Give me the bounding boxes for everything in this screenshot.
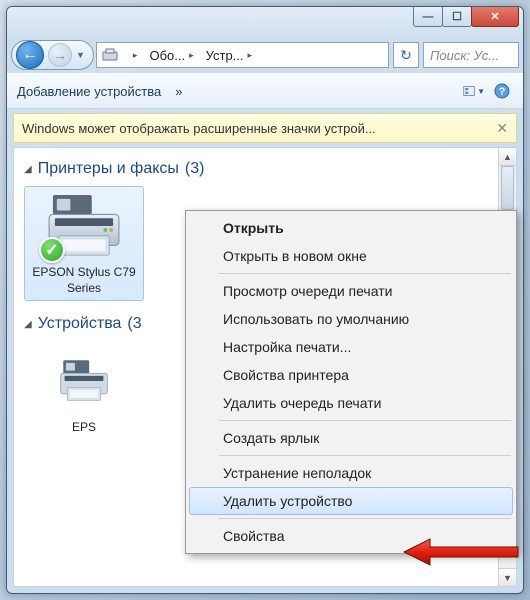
view-options-button[interactable]: ▼	[463, 80, 485, 102]
printer-icon: ✓	[43, 191, 125, 261]
ctx-troubleshoot[interactable]: Устранение неполадок	[189, 459, 513, 487]
context-menu: Открыть Открыть в новом окне Просмотр оч…	[185, 210, 517, 554]
device-item[interactable]: EPS	[24, 341, 144, 441]
command-bar: Добавление устройства » ▼ ?	[7, 73, 523, 109]
device-label: EPS	[72, 420, 96, 436]
info-bar-text: Windows может отображать расширенные зна…	[22, 121, 376, 136]
ctx-separator	[219, 420, 511, 421]
info-bar: Windows может отображать расширенные зна…	[13, 113, 517, 143]
search-input[interactable]: Поиск: Ус...	[423, 42, 519, 68]
device-label: EPSON Stylus C79 Series	[29, 265, 139, 296]
toolbar-overflow[interactable]: »	[175, 84, 182, 99]
default-check-icon: ✓	[39, 237, 65, 263]
help-button[interactable]: ?	[491, 80, 513, 102]
ctx-open[interactable]: Открыть	[189, 214, 513, 242]
ctx-separator	[219, 273, 511, 274]
refresh-icon: ↻	[400, 47, 412, 64]
info-bar-close[interactable]: ✕	[496, 120, 508, 137]
navigation-bar: ← → ▼ ▸ Обо...▸ Устр...▸ ↻ Поиск: Ус...	[7, 37, 523, 73]
ctx-use-default[interactable]: Использовать по умолчанию	[189, 305, 513, 333]
back-button[interactable]: ←	[16, 41, 44, 69]
nav-buttons: ← → ▼	[11, 40, 94, 70]
arrow-right-icon: →	[53, 47, 67, 63]
ctx-separator	[219, 455, 511, 456]
group-header-printers[interactable]: ◢ Принтеры и факсы (3)	[24, 154, 516, 186]
scroll-up-button[interactable]: ▲	[499, 148, 516, 166]
ctx-printer-properties[interactable]: Свойства принтера	[189, 361, 513, 389]
arrow-left-icon: ←	[22, 46, 38, 64]
breadcrumb-segment[interactable]: Обо...▸	[143, 43, 199, 67]
ctx-separator	[219, 518, 511, 519]
address-bar[interactable]: ▸ Обо...▸ Устр...▸	[96, 42, 389, 68]
ctx-print-settings[interactable]: Настройка печати...	[189, 333, 513, 361]
group-count: (3	[127, 315, 141, 333]
printer-icon	[43, 346, 125, 416]
ctx-properties[interactable]: Свойства	[189, 522, 513, 550]
ctx-open-new-window[interactable]: Открыть в новом окне	[189, 242, 513, 270]
forward-button[interactable]: →	[48, 43, 72, 67]
ctx-create-shortcut[interactable]: Создать ярлык	[189, 424, 513, 452]
ctx-view-queue[interactable]: Просмотр очереди печати	[189, 277, 513, 305]
ctx-remove-device[interactable]: Удалить устройство	[189, 487, 513, 515]
close-button[interactable]: ✕	[471, 7, 519, 27]
refresh-button[interactable]: ↻	[393, 42, 419, 68]
breadcrumb-segment[interactable]: Устр...▸	[200, 43, 258, 67]
breadcrumb-segment[interactable]: ▸	[123, 43, 144, 67]
ctx-clear-queue[interactable]: Удалить очередь печати	[189, 389, 513, 417]
minimize-button[interactable]: —	[413, 7, 443, 27]
group-count: (3)	[185, 160, 205, 178]
devices-icon	[101, 46, 119, 64]
nav-history-dropdown[interactable]: ▼	[72, 50, 89, 60]
collapse-icon: ◢	[24, 319, 32, 330]
scroll-down-button[interactable]: ▼	[499, 568, 516, 586]
svg-text:?: ?	[499, 86, 506, 98]
collapse-icon: ◢	[24, 164, 32, 175]
maximize-button[interactable]: ☐	[442, 7, 472, 27]
add-device-button[interactable]: Добавление устройства	[17, 84, 161, 99]
titlebar: — ☐ ✕	[7, 7, 523, 37]
scroll-thumb[interactable]	[501, 166, 514, 210]
group-label: Принтеры и факсы	[38, 160, 179, 178]
device-item-printer[interactable]: ✓ EPSON Stylus C79 Series	[24, 186, 144, 301]
group-label: Устройства	[38, 315, 122, 333]
